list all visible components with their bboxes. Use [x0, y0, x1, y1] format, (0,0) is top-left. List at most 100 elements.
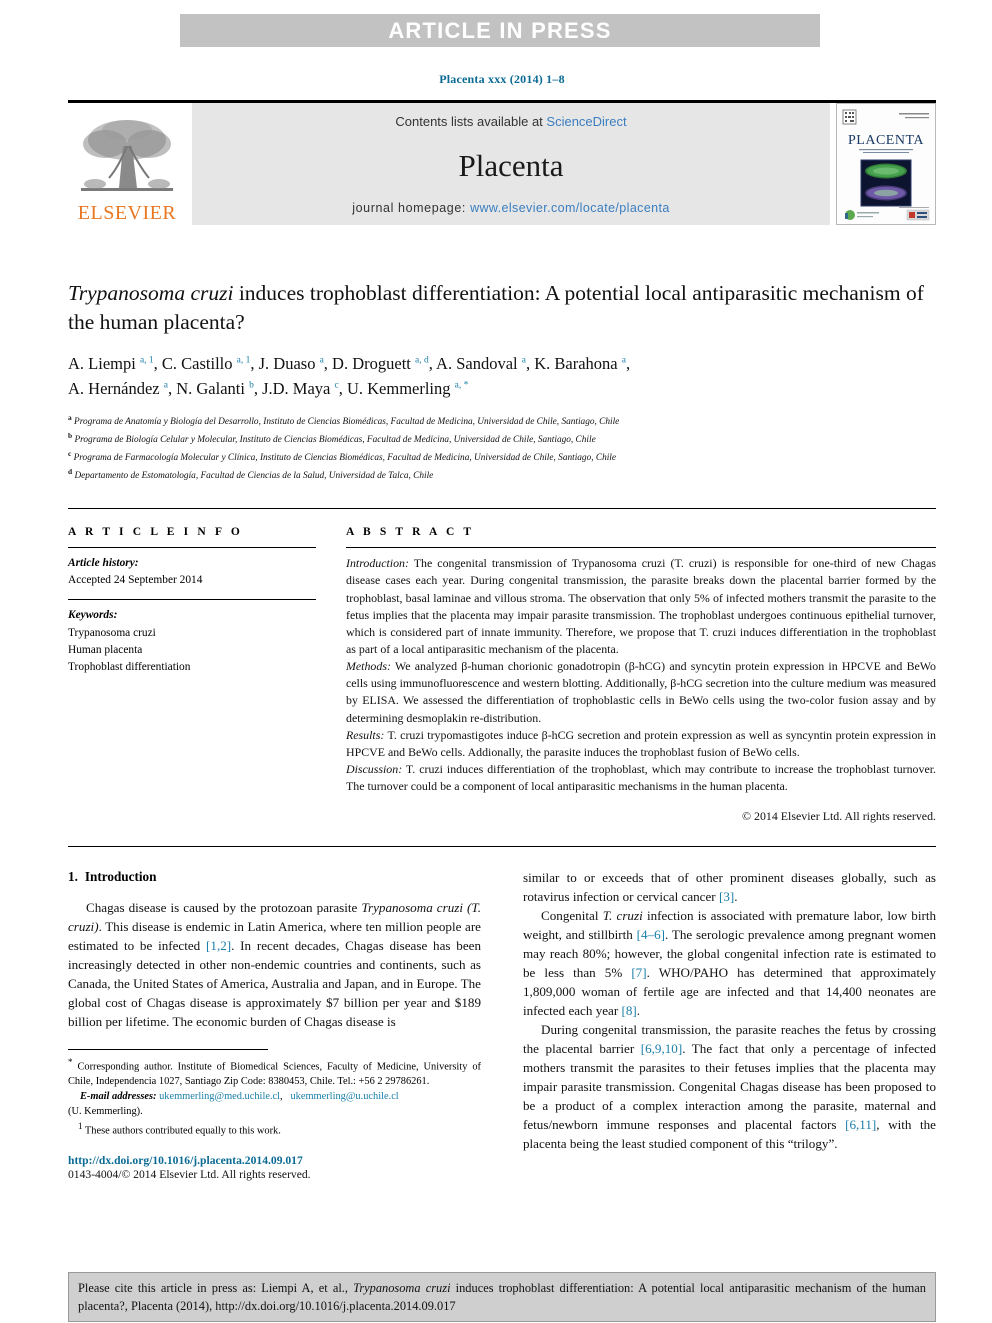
sciencedirect-link[interactable]: ScienceDirect: [546, 114, 626, 129]
intro-paragraph-2: Congenital T. cruzi infection is associa…: [523, 907, 936, 1021]
abstract-discussion: Discussion: T. cruzi induces differentia…: [346, 761, 936, 795]
citation-ref[interactable]: [4–6]: [637, 927, 665, 942]
email-link-2[interactable]: ukemmerling@u.uchile.cl: [290, 1091, 398, 1102]
journal-homepage-link[interactable]: www.elsevier.com/locate/placenta: [470, 201, 670, 215]
doi-link[interactable]: http://dx.doi.org/10.1016/j.placenta.201…: [68, 1154, 481, 1167]
abstract-column: A B S T R A C T Introduction: The congen…: [346, 526, 936, 825]
abstract-discussion-label: Discussion:: [346, 761, 403, 776]
elsevier-wordmark: ELSEVIER: [77, 202, 177, 224]
affiliation-a: a Programa de Anatomía y Biología del De…: [68, 412, 620, 427]
sciencedirect-panel: Contents lists available at ScienceDirec…: [192, 103, 830, 225]
cite-text: Please cite this article in press as: Li…: [78, 1280, 926, 1316]
citation-ref[interactable]: [6,9,10]: [641, 1041, 682, 1056]
abstract-results-text: T. cruzi trypomastigotes induce β-hCG se…: [346, 727, 936, 759]
affiliation-d-text: Departamento de Estomatología, Facultad …: [74, 471, 434, 482]
journal-homepage-label: journal homepage:: [352, 201, 471, 215]
introduction-text-left: Chagas disease is caused by the protozoa…: [68, 899, 481, 1032]
body-column-left: 1. Introduction Chagas disease is caused …: [68, 869, 481, 1181]
title-block: Trypanosoma cruzi induces trophoblast di…: [68, 279, 936, 484]
page-content: Placenta xxx (2014) 1–8 ELSEVIER Content…: [68, 0, 936, 1181]
citation-ref[interactable]: [6,11]: [845, 1117, 876, 1132]
contents-lists-line: Contents lists available at ScienceDirec…: [395, 114, 626, 129]
citation-ref[interactable]: [8]: [622, 1003, 637, 1018]
citation-ref[interactable]: [3]: [719, 889, 734, 904]
citation-ref[interactable]: [1,2]: [206, 938, 231, 953]
footnotes-block: * Corresponding author. Institute of Bio…: [68, 1056, 481, 1139]
introduction-text-right: similar to or exceeds that of other prom…: [523, 869, 936, 1154]
footnote-emails: E-mail addresses: ukemmerling@med.uchile…: [68, 1091, 399, 1118]
affiliation-b: b Programa de Biología Celular y Molecul…: [68, 430, 596, 445]
keywords-block: Keywords: Trypanosoma cruzi Human placen…: [68, 600, 316, 675]
keyword-item: Trophoblast differentiation: [68, 660, 191, 673]
abstract-methods-text: We analyzed β-human chorionic gonadotrop…: [346, 659, 936, 725]
affiliations-list: a Programa de Anatomía y Biología del De…: [68, 412, 936, 485]
footnote-equal-contribution: 1 These authors contributed equally to t…: [68, 1120, 481, 1139]
abstract-results: Results: T. cruzi trypomastigotes induce…: [346, 727, 936, 761]
elsevier-logo: ELSEVIER: [68, 103, 186, 225]
journal-homepage-line: journal homepage: www.elsevier.com/locat…: [352, 201, 670, 215]
keywords-label: Keywords:: [68, 609, 118, 622]
issn-copyright: 0143-4004/© 2014 Elsevier Ltd. All right…: [68, 1168, 311, 1182]
elsevier-tree-icon: [81, 120, 173, 191]
info-abstract-section: A R T I C L E I N F O Article history: A…: [68, 508, 936, 825]
affiliation-c-text: Programa de Farmacología Molecular y Clí…: [73, 453, 617, 464]
section-heading-introduction: 1. Introduction: [68, 869, 481, 885]
journal-title: Placenta: [458, 147, 564, 183]
page-title: Trypanosoma cruzi induces trophoblast di…: [68, 279, 936, 336]
abstract-body: Introduction: The congenital transmissio…: [346, 548, 936, 825]
journal-masthead: ELSEVIER Contents lists available at Sci…: [68, 100, 936, 225]
p2-italic: T. cruzi: [602, 908, 643, 924]
p2-e: .: [636, 1003, 641, 1019]
email-label: E-mail addresses:: [80, 1091, 157, 1103]
contents-lists-prefix: Contents lists available at: [395, 114, 547, 129]
intro-paragraph-3: During congenital transmission, the para…: [523, 1021, 936, 1154]
cite-species-italic: Trypanosoma cruzi: [353, 1281, 451, 1295]
abstract-copyright: © 2014 Elsevier Ltd. All rights reserved…: [742, 809, 936, 824]
cover-art: PLACENTA: [837, 104, 935, 224]
citation-ref[interactable]: [7]: [631, 965, 646, 980]
author-line-1: A. Liempi a, 1, C. Castillo a, 1, J. Dua…: [68, 354, 631, 374]
section-title: Introduction: [84, 869, 157, 885]
intro-paragraph-1-cont: similar to or exceeds that of other prom…: [523, 869, 936, 907]
keyword-item: Human placenta: [68, 643, 143, 656]
affiliation-b-text: Programa de Biología Celular y Molecular…: [74, 434, 596, 445]
affiliation-c: c Programa de Farmacología Molecular y C…: [68, 448, 617, 464]
article-history-label: Article history:: [68, 557, 139, 570]
body-columns: 1. Introduction Chagas disease is caused …: [68, 869, 936, 1181]
author-list: A. Liempi a, 1, C. Castillo a, 1, J. Dua…: [68, 352, 936, 402]
cite-this-article-box: Please cite this article in press as: Li…: [68, 1272, 936, 1322]
body-column-right: similar to or exceeds that of other prom…: [523, 869, 936, 1181]
cite-prefix: Please cite this article in press as: Li…: [78, 1281, 354, 1295]
keyword-item: Trypanosoma cruzi: [68, 626, 156, 639]
abstract-introduction: Introduction: The congenital transmissio…: [346, 555, 936, 658]
body-separator-rule: [68, 846, 936, 848]
author-line-2: A. Hernández a, N. Galanti b, J.D. Maya …: [68, 378, 469, 398]
abstract-introduction-label: Introduction:: [346, 556, 409, 571]
intro-paragraph-1: Chagas disease is caused by the protozoa…: [68, 899, 481, 1032]
journal-reference: Placenta xxx (2014) 1–8: [439, 72, 565, 86]
article-info-column: A R T I C L E I N F O Article history: A…: [68, 526, 316, 825]
affiliation-d: d Departamento de Estomatología, Faculta…: [68, 467, 434, 482]
email-owner: (U. Kemmerling).: [68, 1106, 143, 1118]
article-info-heading: A R T I C L E I N F O: [68, 526, 243, 539]
abstract-discussion-text: T. cruzi induces differentiation of the …: [346, 761, 936, 794]
article-history-block: Article history: Accepted 24 September 2…: [68, 548, 316, 589]
abstract-methods-label: Methods:: [346, 659, 391, 674]
abstract-results-label: Results:: [346, 727, 385, 742]
p1-d-tail: .: [734, 889, 738, 905]
abstract-introduction-text: The congenital transmission of Trypanoso…: [346, 556, 936, 656]
footnote-corresponding-author: * Corresponding author. Institute of Bio…: [68, 1056, 481, 1090]
svg-text:PLACENTA: PLACENTA: [848, 133, 924, 148]
p2-a: Congenital: [541, 908, 603, 924]
abstract-heading: A B S T R A C T: [346, 526, 475, 539]
p1-a: Chagas disease is caused by the protozoa…: [86, 900, 362, 916]
title-species-italic: Trypanosoma cruzi: [68, 281, 234, 305]
abstract-methods: Methods: We analyzed β-human chorionic g…: [346, 658, 936, 727]
journal-cover-thumbnail: PLACENTA: [836, 103, 936, 225]
article-history-value: Accepted 24 September 2014: [68, 574, 203, 587]
section-number: 1.: [68, 869, 78, 885]
email-link-1[interactable]: ukemmerling@med.uchile.cl: [159, 1091, 280, 1102]
footnote-equal-text: These authors contributed equally to thi…: [82, 1125, 281, 1137]
footnote-corresponding-text: Corresponding author. Institute of Biome…: [68, 1061, 481, 1088]
affiliation-a-text: Programa de Anatomía y Biología del Desa…: [74, 416, 620, 427]
